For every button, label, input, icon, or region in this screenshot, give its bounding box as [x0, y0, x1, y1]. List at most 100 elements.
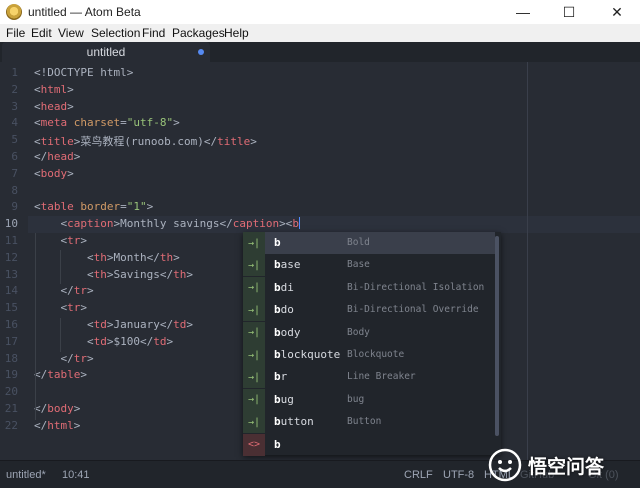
code-line[interactable]: <!DOCTYPE html> [34, 66, 133, 79]
code-line[interactable]: <td>$100</td> [34, 335, 173, 348]
code-token: < [34, 217, 68, 231]
code-token: < [34, 234, 68, 247]
code-token: title [40, 135, 74, 149]
line-number[interactable]: 9 [0, 200, 18, 213]
tag-completion-icon: →| [243, 344, 265, 366]
code-line[interactable]: <meta charset="utf-8"> [34, 116, 180, 129]
line-number[interactable]: 15 [0, 301, 18, 314]
menu-packages[interactable]: Packages [172, 26, 225, 40]
line-number[interactable]: 19 [0, 368, 18, 381]
code-line[interactable]: </html> [34, 419, 80, 432]
code-line[interactable]: <td>January</td> [34, 318, 193, 331]
code-token: >Savings</ [106, 267, 174, 281]
minimize-button[interactable]: — [500, 0, 546, 24]
tab-label: untitled [86, 45, 126, 59]
autocomplete-scrollbar[interactable] [495, 236, 499, 436]
line-number[interactable]: 14 [0, 284, 18, 297]
code-line[interactable]: <html> [34, 83, 74, 96]
line-number[interactable]: 2 [0, 83, 18, 96]
code-token: < [34, 99, 41, 113]
status-file-name[interactable]: untitled* [6, 469, 46, 481]
autocomplete-item[interactable]: →| body Body [243, 321, 495, 344]
code-line[interactable]: <th>Savings</th> [34, 268, 193, 281]
line-number[interactable]: 8 [0, 184, 18, 197]
code-token: body [47, 402, 74, 415]
line-number[interactable]: 18 [0, 352, 18, 365]
menu-find[interactable]: Find [142, 26, 165, 40]
autocomplete-description: Line Breaker [347, 371, 416, 383]
autocomplete-item[interactable]: →| br Line Breaker [243, 366, 495, 389]
line-number[interactable]: 21 [0, 402, 18, 415]
line-number[interactable]: 3 [0, 100, 18, 113]
modified-indicator-icon[interactable] [198, 49, 204, 55]
line-number[interactable]: 5 [0, 133, 18, 146]
tab-untitled[interactable]: untitled [2, 42, 210, 62]
code-token: charset [73, 116, 121, 130]
line-number-gutter[interactable]: 1 2 3 4 5 6 7 8 9 10 11 12 13 14 15 16 17 18 19 20 21 22 [0, 62, 28, 460]
code-line[interactable]: <title>菜鸟教程(runoob.com)</title> [34, 133, 257, 149]
line-number[interactable]: 20 [0, 385, 18, 398]
code-line[interactable]: <caption>Monthly savings</caption><b [34, 217, 300, 230]
code-token: >< [279, 217, 293, 231]
tag-completion-icon: →| [243, 254, 265, 277]
text-cursor [298, 217, 300, 230]
status-line-ending[interactable]: CRLF [404, 469, 433, 481]
line-number[interactable]: 10 [0, 217, 18, 230]
menu-help[interactable]: Help [224, 26, 249, 40]
code-line[interactable]: <head> [34, 100, 74, 113]
line-number[interactable]: 12 [0, 251, 18, 264]
menu-selection[interactable]: Selection [91, 26, 140, 40]
autocomplete-word: base [274, 258, 301, 272]
code-token: > [80, 368, 87, 382]
code-line[interactable]: </tr> [34, 284, 93, 297]
line-number[interactable]: 17 [0, 335, 18, 348]
code-token: >$100</ [106, 334, 154, 348]
code-line[interactable]: <table border="1"> [34, 200, 153, 213]
autocomplete-item[interactable]: →| b Bold [243, 232, 495, 254]
code-line[interactable]: <tr> [34, 234, 87, 247]
autocomplete-item[interactable]: →| base Base [243, 254, 495, 277]
snippet-icon: <> [243, 433, 265, 456]
autocomplete-item[interactable]: <> b [243, 433, 495, 456]
line-number[interactable]: 7 [0, 167, 18, 180]
autocomplete-item[interactable]: →| button Button [243, 411, 495, 434]
line-number[interactable]: 22 [0, 419, 18, 432]
autocomplete-item[interactable]: →| bdi Bi-Directional Isolation [243, 276, 495, 299]
line-number[interactable]: 16 [0, 318, 18, 331]
code-line[interactable]: </body> [34, 402, 80, 415]
code-line[interactable]: <body> [34, 167, 74, 180]
code-token: body [40, 166, 68, 180]
menu-view[interactable]: View [58, 26, 84, 40]
line-number[interactable]: 6 [0, 150, 18, 163]
line-number[interactable]: 13 [0, 268, 18, 281]
tag-completion-icon: →| [243, 321, 265, 344]
close-button[interactable]: ✕ [594, 0, 640, 24]
autocomplete-popup[interactable]: →| b Bold →| base Base →| bdi Bi-Directional Iso… [243, 232, 501, 456]
status-encoding[interactable]: UTF-8 [443, 469, 474, 481]
autocomplete-item[interactable]: →| blockquote Blockquote [243, 344, 495, 366]
autocomplete-word: bdo [274, 303, 294, 317]
maximize-button[interactable]: ☐ [546, 0, 592, 24]
menu-file[interactable]: File [6, 26, 25, 40]
code-line[interactable]: </tr> [34, 352, 93, 365]
code-token: > [67, 82, 74, 96]
code-line[interactable]: </head> [34, 150, 80, 163]
tab-bar: untitled [0, 42, 640, 62]
code-token: > [250, 135, 257, 149]
status-cursor-position[interactable]: 10:41 [62, 469, 90, 481]
code-token: > [80, 301, 87, 315]
code-line[interactable]: <tr> [34, 301, 87, 314]
code-token: meta [40, 116, 68, 130]
autocomplete-description: Button [347, 416, 382, 428]
autocomplete-description: Bold [347, 237, 370, 248]
line-number[interactable]: 4 [0, 116, 18, 129]
code-line[interactable]: </table> [34, 368, 87, 381]
code-token: > [73, 418, 81, 432]
code-token: </ [34, 418, 48, 432]
autocomplete-item[interactable]: →| bdo Bi-Directional Override [243, 299, 495, 322]
line-number[interactable]: 1 [0, 66, 18, 79]
code-line[interactable]: <th>Month</th> [34, 251, 180, 264]
line-number[interactable]: 11 [0, 234, 18, 247]
menu-edit[interactable]: Edit [31, 26, 52, 40]
autocomplete-item[interactable]: →| bug bug [243, 388, 495, 411]
